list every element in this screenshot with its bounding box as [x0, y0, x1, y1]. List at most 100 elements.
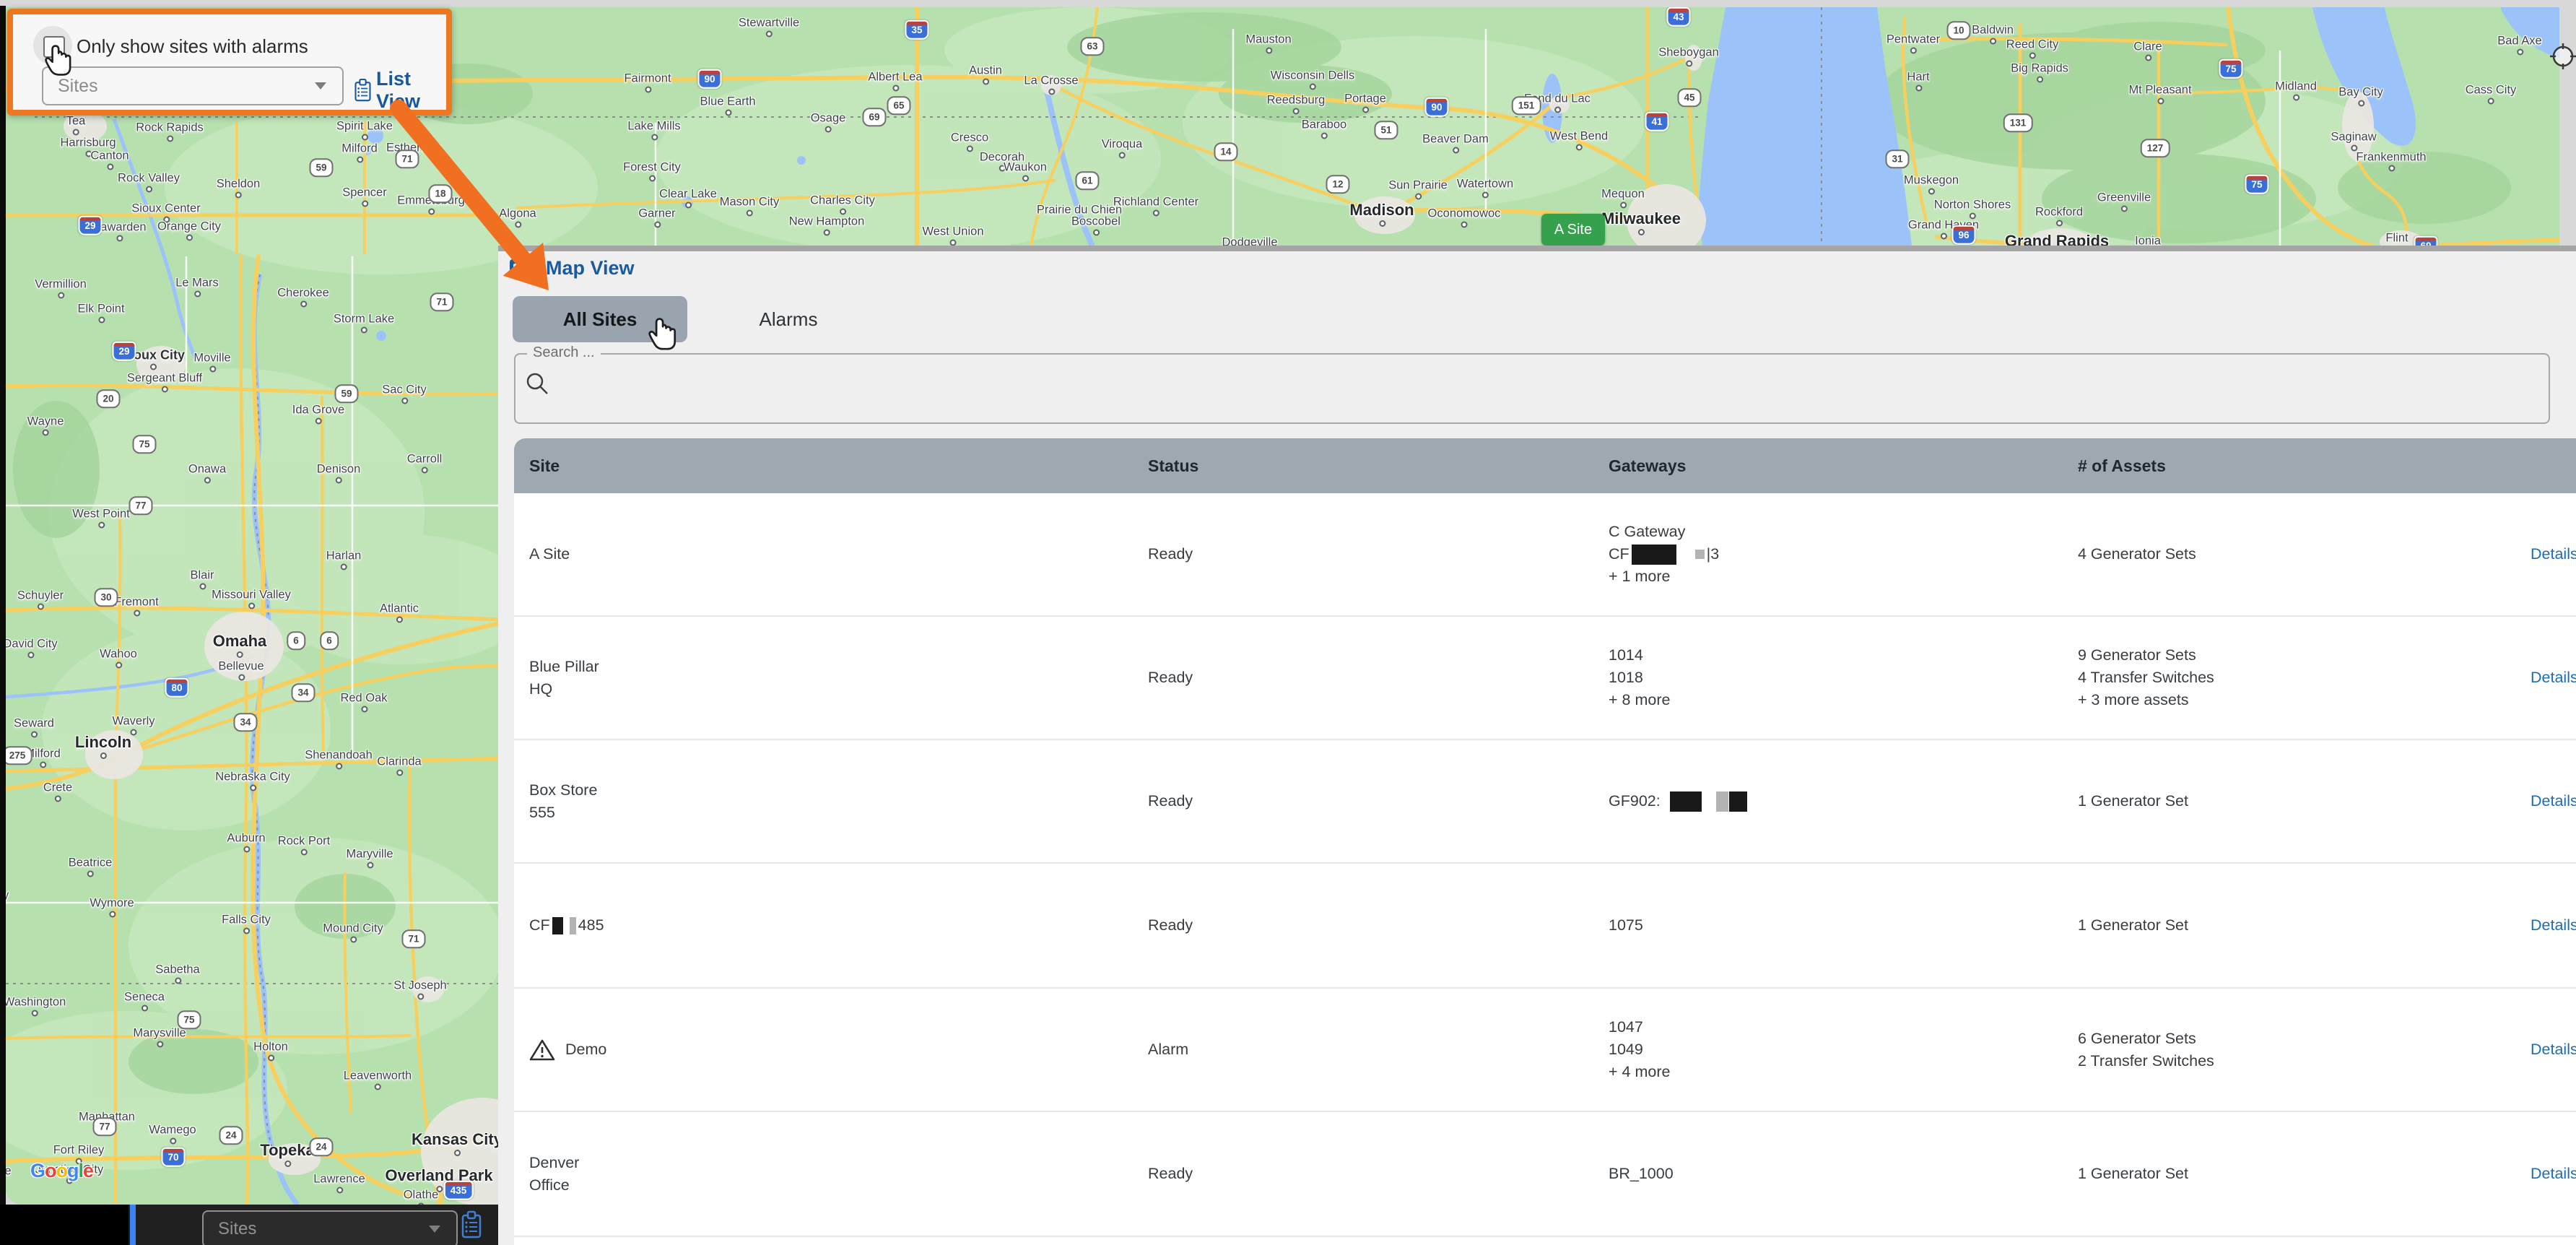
city-label: Lawrence [313, 1173, 365, 1187]
city-label: Baldwin [1972, 24, 2014, 38]
city-label: Canton [90, 149, 129, 163]
route-shield: 30 [94, 588, 118, 607]
search-input[interactable]: Search ... [514, 353, 2550, 424]
redaction-box [1632, 545, 1676, 565]
search-icon [524, 370, 553, 399]
blue-accent-line [130, 1205, 136, 1245]
route-shield: 75 [177, 1010, 201, 1029]
redaction-box [1695, 550, 1705, 559]
city-label: Fremont [114, 596, 158, 610]
gateway-text: GF902: [1609, 790, 1661, 812]
details-link[interactable]: Details [2531, 543, 2576, 565]
sites-dropdown-value: Sites [218, 1219, 429, 1239]
details-link[interactable]: Details [2531, 790, 2576, 812]
city-label: Albert Lea [868, 71, 922, 84]
city-label: Bad Axe [2497, 35, 2541, 48]
google-logo-letter: G [30, 1160, 45, 1181]
city-label: Fort Riley [53, 1144, 105, 1158]
city-label: Atlantic [380, 602, 419, 616]
table-row: A Site Ready C Gateway CF|3 + 1 more 4 G… [514, 493, 2576, 617]
details-link[interactable]: Details [2531, 1163, 2576, 1185]
city-label: Auburn [227, 832, 265, 846]
status-value: Ready [1148, 543, 1552, 565]
asset-more: + 3 more assets [2078, 689, 2511, 711]
sites-dropdown-dimmed[interactable]: Sites [202, 1210, 458, 1245]
city-label: Bellevue [218, 660, 264, 674]
city-label: Mound City [323, 922, 383, 936]
city-label: Overland Park [385, 1166, 492, 1185]
city-label: Clear Lake [659, 188, 717, 201]
city-label: Sioux Center [131, 202, 200, 216]
city-label: Rock Valley [118, 172, 180, 186]
tab-alarms[interactable]: Alarms [687, 296, 889, 342]
city-label: Holton [253, 1041, 288, 1054]
city-label: Sheboygan [1658, 46, 1719, 60]
map-site-marker[interactable]: A Site [1541, 214, 1605, 246]
list-view-icon [354, 76, 372, 105]
city-label: Norton Shores [1934, 199, 2011, 212]
map-icon [510, 259, 528, 278]
table-row-partial [514, 1237, 2576, 1245]
map-view-link[interactable]: Map View [546, 257, 635, 279]
route-shield: 75 [2245, 175, 2268, 194]
city-label: Seneca [124, 991, 165, 1005]
route-shield: 18 [428, 184, 452, 203]
sites-dropdown[interactable]: Sites [42, 66, 344, 105]
route-shield: 12 [1326, 175, 1349, 194]
city-label: Portage [1344, 92, 1386, 106]
city-label: Charles City [810, 194, 875, 208]
city-label: Fairmont [624, 72, 671, 86]
city-label: Crete [43, 781, 72, 795]
city-label: Big Rapids [2011, 62, 2068, 76]
city-label: Rock Port [278, 835, 330, 849]
city-label: Le Mars [175, 277, 219, 290]
details-link[interactable]: Details [2531, 1038, 2576, 1061]
city-label: Cherokee [277, 287, 329, 300]
city-label: Pentwater [1887, 33, 1940, 47]
city-label: Milford [341, 142, 378, 156]
site-name: A Site [529, 543, 1136, 565]
city-label: Marysville [133, 1027, 186, 1041]
route-shield: 63 [1080, 37, 1104, 56]
chevron-down-icon [429, 1226, 440, 1233]
site-name-line2: Office [529, 1174, 1136, 1197]
table-row: Denver Office Ready BR_1000 1 Generator … [514, 1112, 2576, 1237]
list-view-button[interactable]: List View [354, 68, 446, 113]
table-row: Demo Alarm 1047 1049 + 4 more 6 Generato… [514, 989, 2576, 1112]
site-name-line2: 555 [529, 802, 1136, 824]
city-label: Vermillion [35, 278, 87, 292]
city-label: Falls City [222, 914, 271, 927]
list-view-icon[interactable] [461, 1210, 482, 1239]
city-label: Flint [2385, 232, 2408, 246]
site-name-line2: HQ [529, 678, 1136, 700]
asset-line: 9 Generator Sets [2078, 644, 2511, 667]
alarms-only-checkbox[interactable] [43, 36, 65, 58]
route-shield: 275 [6, 746, 32, 765]
details-link[interactable]: Details [2531, 667, 2576, 689]
gateway-more: + 8 more [1609, 689, 2056, 711]
city-label: Sergeant Bluff [127, 372, 202, 386]
table-row: CF485 Ready 1075 1 Generator Set Details [514, 864, 2576, 989]
gateway-line: 1014 [1609, 644, 2056, 667]
details-link[interactable]: Details [2531, 914, 2576, 937]
route-shield: 71 [401, 929, 425, 948]
city-label: Elk Point [77, 303, 124, 316]
city-label: Missouri Valley [212, 589, 291, 602]
city-label: Fairbury [6, 889, 9, 903]
city-label: Spencer [342, 186, 386, 200]
city-label: Omaha [213, 632, 267, 651]
city-label: Bay City [2338, 86, 2383, 100]
city-label: Garner [638, 207, 675, 221]
route-shield: 59 [309, 158, 333, 177]
city-label: West Point [72, 508, 129, 521]
crosshair-icon[interactable] [2547, 40, 2576, 69]
city-label: Blue Earth [700, 95, 755, 109]
city-label: Cresco [951, 131, 988, 145]
route-shield: 34 [233, 713, 257, 732]
asset-line: 1 Generator Set [2078, 1163, 2511, 1185]
tab-all-sites[interactable]: All Sites [513, 296, 687, 342]
city-label: La Crosse [1024, 74, 1078, 88]
table-header: Site Status Gateways # of Assets [514, 438, 2576, 493]
gateway-line: 1049 [1609, 1038, 2056, 1061]
chevron-down-icon [315, 82, 326, 90]
